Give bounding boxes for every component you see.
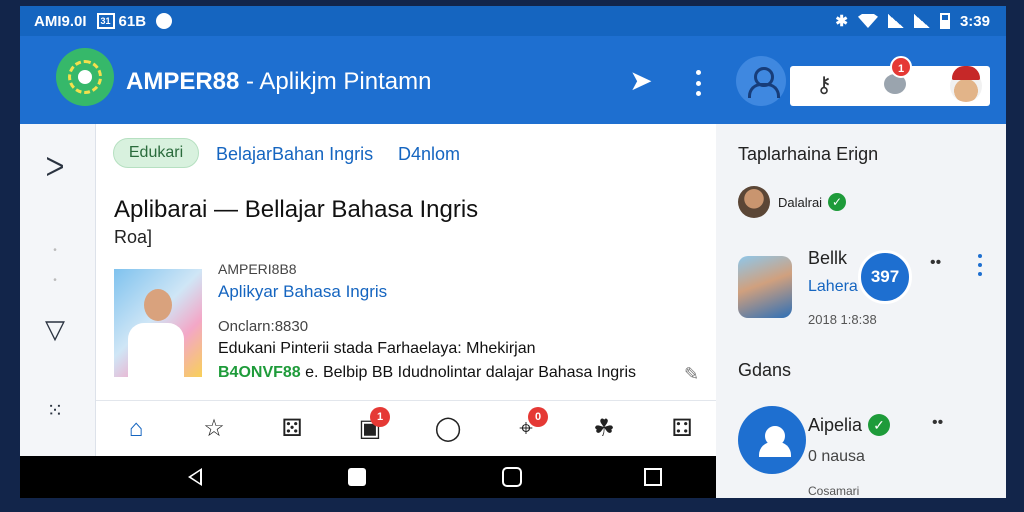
thumbnail-face [144,289,172,321]
dice-icon[interactable]: ⚄ [274,411,310,447]
app-title-brand: AMPER88 [126,68,240,95]
link-icon[interactable]: •• [930,254,941,272]
calendar-icon: 31 [96,13,115,29]
send-icon[interactable]: ➤ [624,64,658,98]
contact-subtitle: Cosamari [808,484,860,498]
app-bar: AMPER88 - Aplikjm Pintamn ➤ ⚷ 1 [20,36,1006,124]
contact-status: 0 nausa [808,448,865,465]
article-tagline: B4ONVF88 e. Belbip BB Idudnolintar dalaj… [218,364,636,382]
system-recent-icon[interactable] [502,467,522,487]
card-more-icon[interactable] [978,254,984,276]
record-icon [156,13,173,29]
count-badge[interactable]: 397 [858,250,912,304]
divider-dots: • • [53,245,57,286]
page-subtitle: Roa] [114,227,153,247]
contact-verified-icon: ✓ [868,414,891,436]
contact-more-icon[interactable]: •• [932,414,943,432]
battery-icon [939,13,950,29]
author-name: Dalalrai [778,194,823,210]
contact-name: Aipelia [808,414,863,435]
phone-screen: AMI9.0I 31 61B ✱ 3:39 AMPER88 - Aplikjm … [20,6,1006,498]
carrier-label: AMI9.0I [34,12,87,30]
status-bar: AMI9.0I 31 61B ✱ 3:39 [20,6,1006,36]
contact-name-row[interactable]: Aipelia ✓ [808,414,891,436]
loading-icon[interactable]: ⁙ [40,396,70,426]
left-rail: ᐳ • • ▽ ⁙ [20,124,96,456]
verified-icon: ✓ [828,193,847,211]
signal-icon-2 [913,14,930,28]
section-heading: Gdans [738,360,792,380]
panel-author[interactable]: Dalalrai ✓ [738,186,847,218]
profile-button[interactable] [736,56,786,106]
status-icons: ✱ 3:39 [835,6,990,36]
logo-core [78,70,92,84]
key-icon[interactable]: ⚷ [816,72,832,98]
star-icon[interactable]: ☆ [196,411,232,447]
bottom-nav: ⌂ ☆ ⚄ ▣ 1 ◯ ⌖ 0 ☘ ⚃ [96,400,716,456]
article-title[interactable]: Aplikyar Bahasa Ingris [218,282,387,302]
signal-icon [887,14,904,28]
chat-bubble-icon[interactable]: ◯ [430,411,466,447]
article-tag-green: B4ONVF88 [218,364,301,381]
puzzle-icon[interactable]: ☘ [586,411,622,447]
system-back-icon[interactable] [188,468,202,486]
app-title-subtitle: - Aplikjm Pintamn [239,68,432,95]
card-date: 2018 1:8:38 [808,312,877,327]
thumbnail-shirt [128,323,184,377]
tab-download[interactable]: D4nlom [398,144,460,165]
card-title[interactable]: Bellk [808,248,847,269]
system-home-icon[interactable] [348,468,366,486]
person-icon [748,67,780,98]
category-chip[interactable]: Edukari [113,138,199,168]
contact-avatar[interactable] [738,406,806,474]
article-description: Edukani Pinterii stada Farhaelaya: Mheki… [218,340,536,357]
article-label: AMPERI8B8 [218,261,297,277]
panel-title: Taplarhaina Erign [738,144,879,164]
system-overview-icon[interactable] [644,468,662,486]
logo-ring [68,60,102,94]
user-avatar[interactable] [950,66,982,102]
tab-belajar[interactable]: BelajarBahan Ingris [216,144,373,165]
home-icon[interactable]: ⌂ [118,411,154,447]
pen-icon[interactable]: ✎ [684,364,699,385]
back-icon[interactable]: ᐳ [40,152,70,182]
page-title: Aplibarai — Bellajar Bahasa Ingris [114,196,479,223]
location-badge: 0 [528,407,548,427]
card-subtitle[interactable]: Lahera [808,278,858,296]
notification-badge: 1 [890,56,912,78]
right-panel: Taplarhaina Erign Dalalrai ✓ Bellk Laher… [716,124,1006,498]
contact-person-icon [759,426,791,457]
wifi-icon [857,14,878,28]
system-nav-bar [20,456,716,498]
article-thumbnail[interactable] [114,269,202,377]
bluetooth-icon: ✱ [835,13,848,30]
app-logo[interactable] [56,48,114,106]
main-card: Edukari BelajarBahan Ingris D4nlom Aplib… [96,124,716,456]
bookmark-icon[interactable]: ▽ [40,314,70,344]
action-box: ⚷ 1 [790,56,990,106]
apps-icon[interactable]: ⚃ [664,411,700,447]
clock: 3:39 [959,12,990,30]
author-avatar [738,186,770,218]
inbox-badge: 1 [370,407,390,427]
battery-percent: 61B [118,12,147,30]
article-date: Onclarn:8830 [218,318,309,335]
article-tag-rest: e. Belbip BB Idudnolintar dalajar Bahasa… [300,364,637,381]
card-image[interactable] [738,256,792,318]
app-title: AMPER88 - Aplikjm Pintamn [126,68,431,96]
more-vertical-icon[interactable] [686,66,710,100]
